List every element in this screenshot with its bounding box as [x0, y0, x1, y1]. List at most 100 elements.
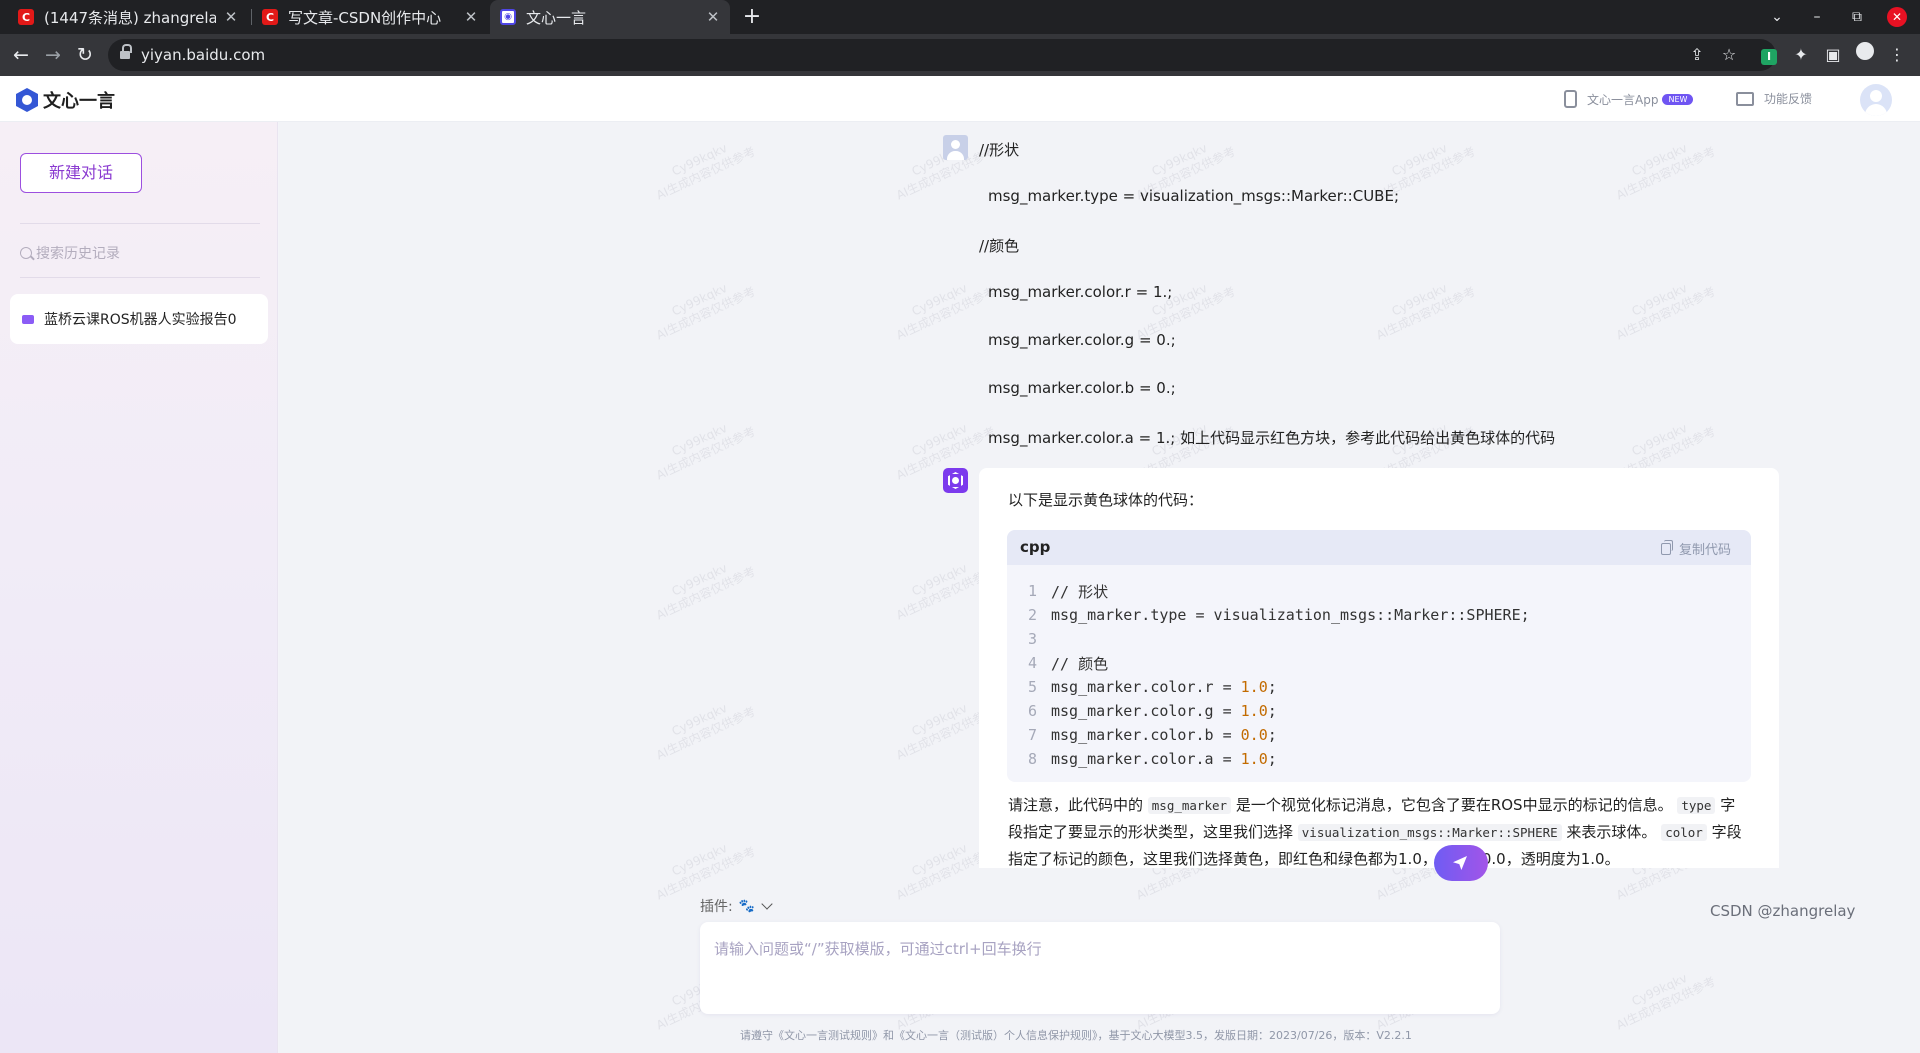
bookmark-star-icon[interactable]: ☆: [1714, 40, 1744, 70]
divider: [20, 277, 260, 278]
history-search-input[interactable]: 搜索历史记录: [20, 241, 260, 265]
close-tab-icon[interactable]: ✕: [464, 8, 478, 26]
extensions-puzzle-icon[interactable]: ✦: [1786, 40, 1816, 70]
sidebar: 新建对话 搜索历史记录 蓝桥云课ROS机器人实验报告0: [0, 122, 278, 1053]
copy-code-button[interactable]: 复制代码: [1660, 539, 1731, 558]
search-icon: [20, 247, 32, 259]
user-message-line: //颜色: [979, 237, 1020, 255]
search-placeholder: 搜索历史记录: [36, 246, 120, 262]
ai-watermark: Cy99kqkvAI生成内容仅供参考: [654, 840, 758, 903]
back-button[interactable]: ←: [6, 40, 36, 70]
wenxin-logo[interactable]: 文心一言: [16, 87, 115, 113]
history-item-label: 蓝桥云课ROS机器人实验报告0: [44, 312, 237, 328]
code-lines: 1 // 形状 2 msg_marker.type = visualization_…: [1007, 579, 1751, 771]
csdn-icon: C: [262, 9, 278, 25]
new-tab-button[interactable]: +: [738, 3, 766, 31]
code-block-header: cpp 复制代码: [1007, 530, 1751, 565]
profile-icon[interactable]: [1850, 40, 1880, 70]
code-number: 0.0: [1240, 726, 1268, 744]
send-button[interactable]: [1434, 845, 1488, 881]
user-message-line: msg_marker.color.b = 0.;: [988, 379, 1176, 397]
browser-tab-wenxin[interactable]: ◉ 文心一言 ✕: [490, 0, 730, 34]
inline-code: visualization_msgs::Marker::SPHERE: [1297, 824, 1562, 841]
mail-icon: [1736, 91, 1754, 106]
reload-button[interactable]: ↻: [70, 40, 100, 70]
restore-button[interactable]: ⧉: [1840, 0, 1874, 34]
app-link-label: 文心一言App: [1587, 92, 1659, 107]
plugins-label: 插件:: [700, 899, 733, 915]
code-line: 8 msg_marker.color.a = 1.0;: [1007, 747, 1751, 771]
code-number: 1.0: [1240, 750, 1268, 768]
plugin-selector[interactable]: 插件: 🐾: [700, 895, 800, 917]
chat-input-placeholder: 请输入问题或“/”获取模版，可通过ctrl+回车换行: [714, 940, 1042, 958]
code-text: // 形状: [1051, 582, 1109, 601]
app-header: 文心一言 文心一言App NEW 功能反馈: [0, 76, 1920, 122]
ai-watermark: Cy99kqkvAI生成内容仅供参考: [1614, 140, 1718, 203]
assistant-avatar: [943, 468, 968, 493]
ai-watermark: Cy99kqkvAI生成内容仅供参考: [1374, 280, 1478, 343]
code-line: 1 // 形状: [1007, 579, 1751, 603]
forward-button[interactable]: →: [38, 40, 68, 70]
csdn-icon: C: [18, 9, 34, 25]
share-icon[interactable]: ⇪: [1682, 40, 1712, 70]
url-text: yiyan.baidu.com: [141, 46, 266, 64]
line-number: 3: [1027, 630, 1037, 648]
user-message-avatar: [943, 135, 968, 160]
ai-watermark: Cy99kqkvAI生成内容仅供参考: [654, 700, 758, 763]
extension-g-icon[interactable]: I: [1754, 40, 1784, 70]
wenxin-logo-icon: [16, 88, 38, 112]
address-bar[interactable]: yiyan.baidu.com: [108, 39, 1776, 71]
code-line: 7 msg_marker.color.b = 0.0;: [1007, 723, 1751, 747]
minimize-button[interactable]: –: [1800, 0, 1834, 34]
chat-input[interactable]: 请输入问题或“/”获取模版，可通过ctrl+回车换行: [700, 922, 1500, 1014]
answer-explanation: 请注意，此代码中的 msg_marker 是一个视觉化标记消息，它包含了要在RO…: [1008, 796, 1742, 868]
wenxin-icon: ◉: [500, 9, 516, 25]
browser-tab-csdn-messages[interactable]: C (1447条消息) zhangrelay_ ✕: [8, 0, 248, 34]
user-message-line: //形状: [979, 141, 1020, 159]
tab-title: 写文章-CSDN创作中心: [288, 8, 442, 27]
close-tab-icon[interactable]: ✕: [706, 8, 720, 26]
paw-icon: 🐾: [738, 898, 755, 914]
history-item[interactable]: 蓝桥云课ROS机器人实验报告0: [10, 294, 268, 344]
feedback-label: 功能反馈: [1764, 92, 1813, 106]
browser-tab-csdn-editor[interactable]: C 写文章-CSDN创作中心 ✕: [252, 0, 488, 34]
ai-watermark: Cy99kqkvAI生成内容仅供参考: [654, 140, 758, 203]
new-chat-button[interactable]: 新建对话: [20, 153, 142, 193]
line-number: 4: [1027, 654, 1037, 672]
divider: [20, 223, 260, 224]
code-text: msg_marker.color.r =: [1051, 678, 1241, 696]
assistant-answer-card: 以下是显示黄色球体的代码： cpp 复制代码 1 // 形状 2 msg_marke…: [979, 468, 1779, 868]
code-text: // 颜色: [1051, 654, 1109, 673]
lock-icon[interactable]: [120, 44, 132, 60]
code-line: 2 msg_marker.type = visualization_msgs::M…: [1007, 603, 1751, 627]
csdn-watermark: CSDN @zhangrelay: [1710, 902, 1856, 920]
code-line: 5 msg_marker.color.r = 1.0;: [1007, 675, 1751, 699]
close-tab-icon[interactable]: ✕: [224, 8, 238, 26]
tab-search-dropdown-icon[interactable]: ⌄: [1760, 0, 1794, 34]
user-message-line: msg_marker.color.g = 0.;: [988, 331, 1176, 349]
copy-icon: [1660, 539, 1673, 555]
inline-code: msg_marker: [1147, 797, 1232, 814]
code-text: msg_marker.color.g =: [1051, 702, 1241, 720]
inline-code: type: [1677, 797, 1716, 814]
app-download-link[interactable]: 文心一言App NEW: [1564, 90, 1694, 108]
code-number: 1.0: [1240, 702, 1268, 720]
user-avatar[interactable]: [1860, 84, 1892, 116]
code-language: cpp: [1020, 538, 1051, 556]
code-text: msg_marker.type = visualization_msgs::Ma…: [1051, 606, 1530, 624]
chat-icon: [22, 314, 34, 324]
line-number: 8: [1027, 750, 1037, 768]
line-number: 5: [1027, 678, 1037, 696]
close-window-button[interactable]: ✕: [1880, 0, 1914, 34]
line-number: 6: [1027, 702, 1037, 720]
answer-intro: 以下是显示黄色球体的代码：: [1008, 491, 1204, 509]
copy-code-label: 复制代码: [1678, 543, 1731, 558]
ai-watermark: Cy99kqkvAI生成内容仅供参考: [1614, 970, 1718, 1033]
new-badge: NEW: [1662, 93, 1694, 105]
ai-watermark: Cy99kqkvAI生成内容仅供参考: [654, 280, 758, 343]
ai-watermark: Cy99kqkvAI生成内容仅供参考: [654, 560, 758, 623]
feedback-link[interactable]: 功能反馈: [1736, 90, 1812, 107]
browser-menu-icon[interactable]: ⋮: [1882, 40, 1912, 70]
side-panel-icon[interactable]: ▣: [1818, 40, 1848, 70]
code-number: 1.0: [1240, 678, 1268, 696]
